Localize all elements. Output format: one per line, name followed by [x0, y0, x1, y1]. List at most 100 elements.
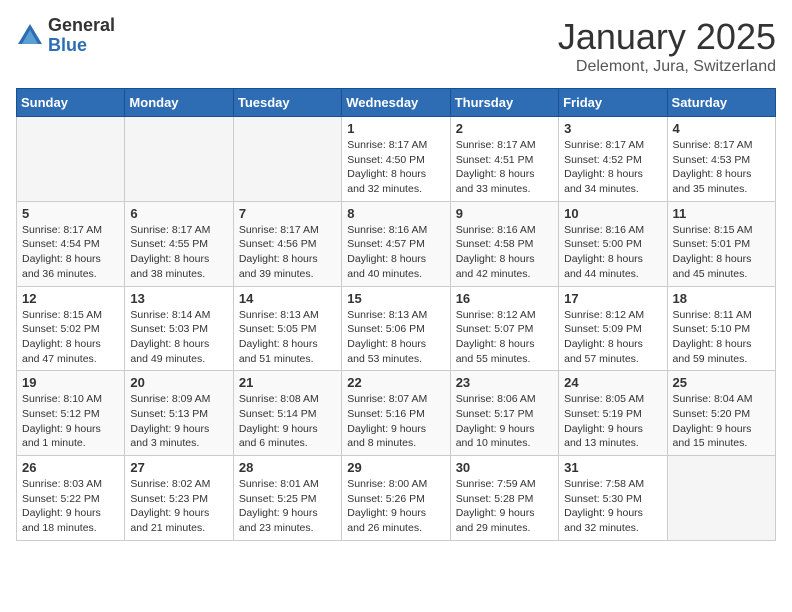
title-block: January 2025 Delemont, Jura, Switzerland: [558, 16, 776, 76]
calendar-cell: 7 Sunrise: 8:17 AM Sunset: 4:56 PM Daylig…: [233, 201, 341, 286]
cell-date: 21: [239, 375, 336, 390]
cell-date: 30: [456, 460, 553, 475]
cell-date: 7: [239, 206, 336, 221]
calendar-cell: 20 Sunrise: 8:09 AM Sunset: 5:13 PM Dayli…: [125, 371, 233, 456]
cell-info: Sunrise: 8:09 AM Sunset: 5:13 PM Dayligh…: [130, 392, 227, 451]
calendar-cell: 31 Sunrise: 7:58 AM Sunset: 5:30 PM Dayli…: [559, 456, 667, 541]
calendar-cell: [125, 117, 233, 202]
calendar-cell: 17 Sunrise: 8:12 AM Sunset: 5:09 PM Dayli…: [559, 286, 667, 371]
cell-date: 29: [347, 460, 444, 475]
cell-info: Sunrise: 8:17 AM Sunset: 4:54 PM Dayligh…: [22, 223, 119, 282]
calendar-cell: 26Sunrise: 8:03 AM Sunset: 5:22 PM Dayli…: [17, 456, 125, 541]
logo-blue-text: Blue: [48, 36, 115, 56]
cell-date: 22: [347, 375, 444, 390]
cell-info: Sunrise: 8:07 AM Sunset: 5:16 PM Dayligh…: [347, 392, 444, 451]
cell-date: 25: [673, 375, 770, 390]
calendar-cell: 21 Sunrise: 8:08 AM Sunset: 5:14 PM Dayli…: [233, 371, 341, 456]
calendar-cell: 18Sunrise: 8:11 AM Sunset: 5:10 PM Dayli…: [667, 286, 775, 371]
cell-info: Sunrise: 8:17 AM Sunset: 4:52 PM Dayligh…: [564, 138, 661, 197]
cell-date: 17: [564, 291, 661, 306]
cell-info: Sunrise: 8:12 AM Sunset: 5:07 PM Dayligh…: [456, 308, 553, 367]
calendar-cell: 6 Sunrise: 8:17 AM Sunset: 4:55 PM Daylig…: [125, 201, 233, 286]
month-title: January 2025: [558, 16, 776, 58]
cell-date: 16: [456, 291, 553, 306]
calendar-week-2: 5 Sunrise: 8:17 AM Sunset: 4:54 PM Daylig…: [17, 201, 776, 286]
calendar-week-4: 19 Sunrise: 8:10 AM Sunset: 5:12 PM Dayli…: [17, 371, 776, 456]
calendar-cell: 11 Sunrise: 8:15 AM Sunset: 5:01 PM Dayli…: [667, 201, 775, 286]
cell-date: 19: [22, 375, 119, 390]
cell-date: 3: [564, 121, 661, 136]
day-header-wednesday: Wednesday: [342, 89, 450, 117]
calendar-cell: 23 Sunrise: 8:06 AM Sunset: 5:17 PM Dayli…: [450, 371, 558, 456]
day-header-saturday: Saturday: [667, 89, 775, 117]
calendar-cell: [233, 117, 341, 202]
calendar-cell: [667, 456, 775, 541]
calendar: SundayMondayTuesdayWednesdayThursdayFrid…: [16, 88, 776, 541]
cell-info: Sunrise: 7:58 AM Sunset: 5:30 PM Dayligh…: [564, 477, 661, 536]
calendar-cell: 5 Sunrise: 8:17 AM Sunset: 4:54 PM Daylig…: [17, 201, 125, 286]
calendar-cell: 27 Sunrise: 8:02 AM Sunset: 5:23 PM Dayli…: [125, 456, 233, 541]
cell-info: Sunrise: 8:08 AM Sunset: 5:14 PM Dayligh…: [239, 392, 336, 451]
calendar-cell: 19 Sunrise: 8:10 AM Sunset: 5:12 PM Dayli…: [17, 371, 125, 456]
calendar-cell: 12 Sunrise: 8:15 AM Sunset: 5:02 PM Dayli…: [17, 286, 125, 371]
logo-general-text: General: [48, 16, 115, 36]
cell-date: 12: [22, 291, 119, 306]
cell-date: 13: [130, 291, 227, 306]
cell-info: Sunrise: 8:17 AM Sunset: 4:55 PM Dayligh…: [130, 223, 227, 282]
calendar-cell: 13 Sunrise: 8:14 AM Sunset: 5:03 PM Dayli…: [125, 286, 233, 371]
cell-date: 5: [22, 206, 119, 221]
cell-info: Sunrise: 8:04 AM Sunset: 5:20 PM Dayligh…: [673, 392, 770, 451]
cell-info: Sunrise: 8:10 AM Sunset: 5:12 PM Dayligh…: [22, 392, 119, 451]
cell-info: Sunrise: 8:00 AM Sunset: 5:26 PM Dayligh…: [347, 477, 444, 536]
cell-date: 4: [673, 121, 770, 136]
cell-info: Sunrise: 8:16 AM Sunset: 4:57 PM Dayligh…: [347, 223, 444, 282]
day-header-friday: Friday: [559, 89, 667, 117]
cell-date: 11: [673, 206, 770, 221]
cell-date: 9: [456, 206, 553, 221]
day-header-monday: Monday: [125, 89, 233, 117]
calendar-cell: 28Sunrise: 8:01 AM Sunset: 5:25 PM Dayli…: [233, 456, 341, 541]
day-header-thursday: Thursday: [450, 89, 558, 117]
calendar-week-5: 26Sunrise: 8:03 AM Sunset: 5:22 PM Dayli…: [17, 456, 776, 541]
calendar-cell: 1Sunrise: 8:17 AM Sunset: 4:50 PM Daylig…: [342, 117, 450, 202]
cell-info: Sunrise: 8:02 AM Sunset: 5:23 PM Dayligh…: [130, 477, 227, 536]
cell-info: Sunrise: 8:16 AM Sunset: 5:00 PM Dayligh…: [564, 223, 661, 282]
cell-info: Sunrise: 8:17 AM Sunset: 4:56 PM Dayligh…: [239, 223, 336, 282]
cell-date: 15: [347, 291, 444, 306]
cell-info: Sunrise: 8:17 AM Sunset: 4:53 PM Dayligh…: [673, 138, 770, 197]
calendar-cell: 29 Sunrise: 8:00 AM Sunset: 5:26 PM Dayli…: [342, 456, 450, 541]
cell-info: Sunrise: 8:17 AM Sunset: 4:51 PM Dayligh…: [456, 138, 553, 197]
calendar-cell: 10Sunrise: 8:16 AM Sunset: 5:00 PM Dayli…: [559, 201, 667, 286]
logo: General Blue: [16, 16, 115, 56]
calendar-week-1: 1Sunrise: 8:17 AM Sunset: 4:50 PM Daylig…: [17, 117, 776, 202]
calendar-cell: 14Sunrise: 8:13 AM Sunset: 5:05 PM Dayli…: [233, 286, 341, 371]
cell-info: Sunrise: 8:06 AM Sunset: 5:17 PM Dayligh…: [456, 392, 553, 451]
cell-date: 31: [564, 460, 661, 475]
cell-date: 8: [347, 206, 444, 221]
cell-info: Sunrise: 8:14 AM Sunset: 5:03 PM Dayligh…: [130, 308, 227, 367]
cell-date: 27: [130, 460, 227, 475]
cell-info: Sunrise: 8:12 AM Sunset: 5:09 PM Dayligh…: [564, 308, 661, 367]
calendar-cell: 22 Sunrise: 8:07 AM Sunset: 5:16 PM Dayli…: [342, 371, 450, 456]
calendar-cell: 8 Sunrise: 8:16 AM Sunset: 4:57 PM Daylig…: [342, 201, 450, 286]
cell-info: Sunrise: 8:17 AM Sunset: 4:50 PM Dayligh…: [347, 138, 444, 197]
cell-date: 24: [564, 375, 661, 390]
location: Delemont, Jura, Switzerland: [558, 58, 776, 76]
cell-info: Sunrise: 8:05 AM Sunset: 5:19 PM Dayligh…: [564, 392, 661, 451]
cell-info: Sunrise: 8:13 AM Sunset: 5:06 PM Dayligh…: [347, 308, 444, 367]
cell-info: Sunrise: 8:13 AM Sunset: 5:05 PM Dayligh…: [239, 308, 336, 367]
cell-date: 2: [456, 121, 553, 136]
cell-info: Sunrise: 8:03 AM Sunset: 5:22 PM Dayligh…: [22, 477, 119, 536]
calendar-cell: 3 Sunrise: 8:17 AM Sunset: 4:52 PM Daylig…: [559, 117, 667, 202]
calendar-cell: 15 Sunrise: 8:13 AM Sunset: 5:06 PM Dayli…: [342, 286, 450, 371]
calendar-week-3: 12 Sunrise: 8:15 AM Sunset: 5:02 PM Dayli…: [17, 286, 776, 371]
calendar-cell: 24 Sunrise: 8:05 AM Sunset: 5:19 PM Dayli…: [559, 371, 667, 456]
cell-date: 23: [456, 375, 553, 390]
calendar-cell: [17, 117, 125, 202]
cell-date: 20: [130, 375, 227, 390]
cell-info: Sunrise: 8:15 AM Sunset: 5:01 PM Dayligh…: [673, 223, 770, 282]
cell-info: Sunrise: 8:15 AM Sunset: 5:02 PM Dayligh…: [22, 308, 119, 367]
calendar-cell: 25 Sunrise: 8:04 AM Sunset: 5:20 PM Dayli…: [667, 371, 775, 456]
cell-date: 6: [130, 206, 227, 221]
cell-info: Sunrise: 8:11 AM Sunset: 5:10 PM Dayligh…: [673, 308, 770, 367]
